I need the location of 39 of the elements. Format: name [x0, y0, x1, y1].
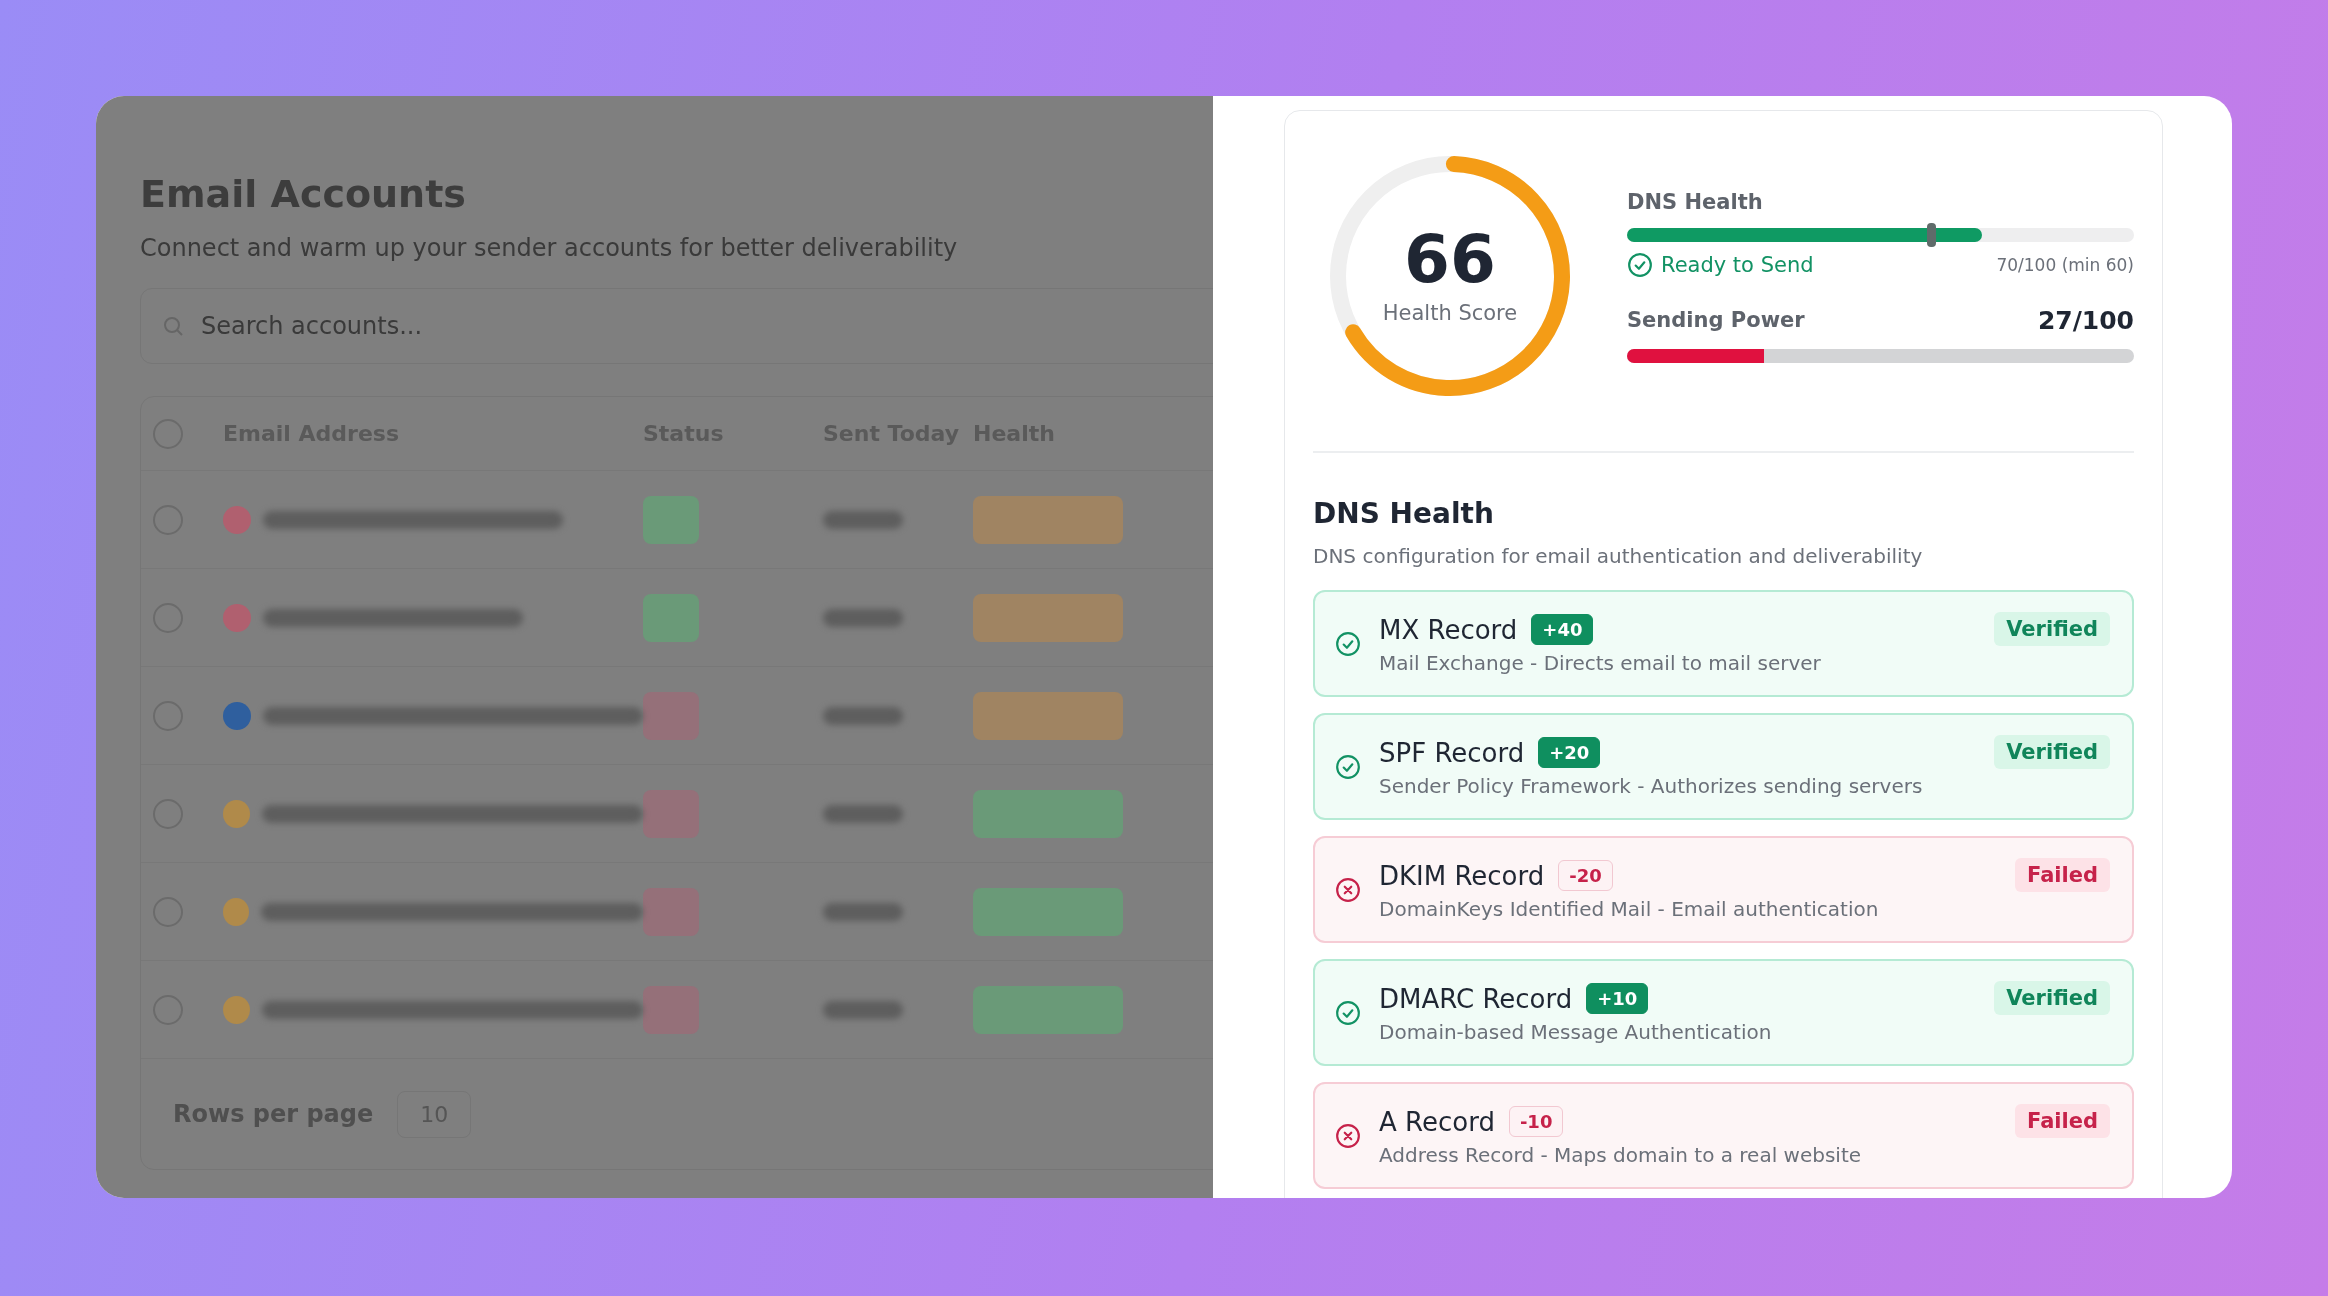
search-field[interactable]: Search accounts... [140, 288, 1213, 364]
section-title: DNS Health [1313, 497, 1495, 530]
check-circle-icon [1335, 999, 1361, 1026]
sending-power-label: Sending Power [1627, 308, 1805, 332]
record-description: Domain-based Message Authentication [1379, 1020, 1773, 1044]
search-icon [161, 314, 185, 338]
ready-status: Ready to Send [1661, 252, 1814, 277]
dns-health-label: DNS Health [1627, 189, 1764, 214]
record-name: DMARC Record [1379, 983, 1573, 1014]
health-score-value: 66 [1404, 227, 1496, 293]
record-name: DKIM Record [1379, 860, 1545, 891]
record-name: MX Record [1379, 614, 1518, 645]
section-subtitle: DNS configuration for email authentication and deliverability [1313, 544, 1924, 568]
points-badge: +40 [1531, 614, 1594, 645]
page-subtitle: Connect and warm up your sender accounts for better deliverability [140, 234, 959, 262]
page-title: Email Accounts [140, 172, 467, 216]
record-description: Address Record - Maps domain to a real website [1379, 1143, 1863, 1167]
check-circle-icon [1335, 753, 1361, 780]
status-badge: Verified [1994, 735, 2110, 769]
check-circle-icon [1335, 630, 1361, 657]
sending-power-reading: 27/100 [2037, 305, 2134, 335]
points-badge: -20 [1558, 860, 1613, 891]
status-badge: Verified [1994, 612, 2110, 646]
record-name: A Record [1379, 1106, 1495, 1137]
record-description: Sender Policy Framework - Authorizes sending servers [1379, 774, 1924, 798]
record-description: DomainKeys Identified Mail - Email authentication [1379, 897, 1880, 921]
status-badge: Verified [1994, 981, 2110, 1015]
status-badge: Failed [2015, 858, 2110, 892]
points-badge: +20 [1538, 737, 1601, 768]
points-badge: +10 [1586, 983, 1649, 1014]
health-score-label: Health Score [1382, 301, 1518, 325]
check-circle-icon [1627, 251, 1653, 278]
status-badge: Failed [2015, 1104, 2110, 1138]
points-badge: -10 [1508, 1106, 1564, 1137]
x-circle-icon [1335, 1122, 1361, 1149]
record-name: SPF Record [1379, 737, 1525, 768]
record-description: Mail Exchange - Directs email to mail server [1379, 651, 1822, 675]
dns-health-reading: 70/100 (min 60) [1996, 254, 2134, 275]
x-circle-icon [1335, 876, 1361, 903]
